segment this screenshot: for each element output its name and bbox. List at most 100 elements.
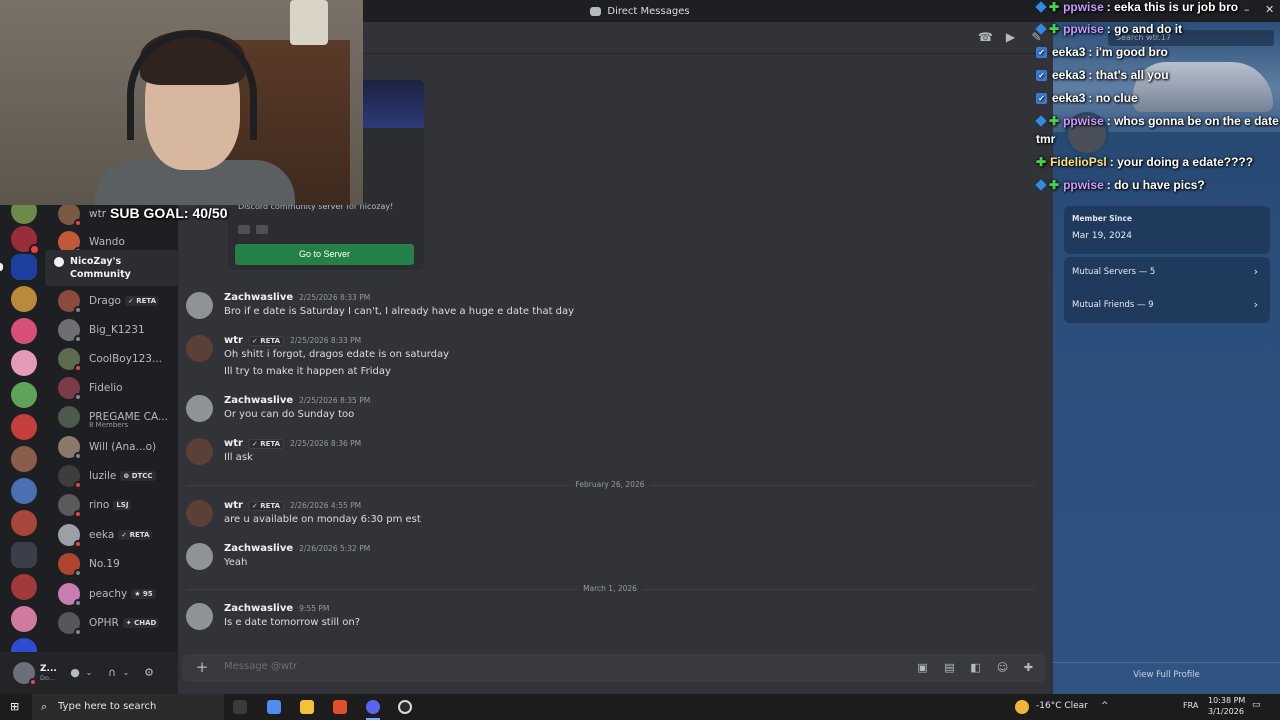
add-attachment-icon[interactable]: + (195, 660, 209, 675)
message-author[interactable]: wtr (224, 438, 243, 449)
badge-icon: ✚ (1049, 0, 1060, 14)
message-text: Ill try to make it happen at Friday (224, 366, 391, 377)
role-tag: ✓ RETA (247, 335, 285, 346)
server-icon[interactable] (11, 606, 37, 632)
gif-icon[interactable]: ▤ (943, 661, 956, 674)
avatar[interactable] (186, 500, 213, 527)
discord-icon[interactable] (366, 700, 380, 714)
message-header: Zachwaslive 2/25/2026 8:33 PM (224, 292, 370, 303)
go-to-server-button[interactable]: Go to Server (235, 244, 414, 265)
badge-icon (1035, 179, 1047, 191)
server-icon[interactable] (11, 478, 37, 504)
chevron-down-icon[interactable]: ⌄ (83, 667, 95, 679)
avatar (58, 436, 82, 460)
tray-chevron-icon[interactable]: ^ (1101, 701, 1109, 711)
avatar[interactable] (13, 662, 37, 686)
message-timestamp: 2/25/2026 8:36 PM (290, 439, 362, 448)
stream-chat-line: tmr (1036, 132, 1055, 146)
avatar[interactable] (186, 438, 213, 465)
dm-item[interactable]: CoolBoy123... (58, 346, 178, 372)
dm-item[interactable]: peachy ★ 95 (58, 581, 178, 607)
badge-icon: ✚ (1049, 22, 1060, 36)
stream-chat-user: ppwise (1063, 22, 1104, 36)
file-explorer-icon[interactable] (300, 700, 314, 714)
task-view-icon[interactable] (233, 700, 247, 714)
nicozay-server-icon[interactable] (11, 254, 37, 280)
avatar[interactable] (186, 395, 213, 422)
dm-item[interactable]: Will (Ana...o) (58, 434, 178, 460)
server-icon[interactable] (11, 350, 37, 376)
chevron-down-icon[interactable]: ⌄ (120, 667, 132, 679)
weather-text[interactable]: -16°C Clear (1036, 701, 1088, 711)
avatar[interactable] (186, 335, 213, 362)
dm-item[interactable]: PREGAME CA... 8 Members (58, 404, 178, 430)
message-author[interactable]: wtr (224, 500, 243, 511)
message-author[interactable]: Zachwaslive (224, 543, 293, 554)
chevron-right-icon[interactable]: › (1254, 298, 1258, 311)
stream-chat-text: : whos gonna be on the e date (1106, 114, 1279, 128)
avatar[interactable] (186, 603, 213, 630)
server-icon[interactable] (11, 414, 37, 440)
message-header: Zachwaslive 2/25/2026 8:35 PM (224, 395, 370, 406)
dm-item[interactable]: No.19 (58, 551, 178, 577)
dm-item-name: eeka (89, 529, 115, 541)
mutual-servers-link[interactable]: Mutual Servers — 5 (1072, 267, 1155, 277)
clock-time[interactable]: 10:38 PM (1208, 696, 1245, 705)
chevron-right-icon[interactable]: › (1254, 265, 1258, 278)
dm-item[interactable]: Fidelio (58, 375, 178, 401)
brave-browser-icon[interactable] (333, 700, 347, 714)
dm-item[interactable]: Drago ✓ RETA (58, 288, 178, 314)
dm-item[interactable]: rino LSJ (58, 492, 178, 518)
server-icon[interactable] (11, 286, 37, 312)
gift-icon[interactable]: ▣ (916, 661, 929, 674)
dm-item-name: OPHR (89, 617, 119, 629)
user-name-block[interactable]: Z... Do... (40, 664, 58, 682)
stream-chat-user: ppwise (1063, 0, 1104, 14)
member-since-value: Mar 19, 2024 (1072, 231, 1132, 241)
start-icon[interactable]: ⊞ (10, 701, 22, 713)
avatar (58, 583, 82, 607)
sticker-icon[interactable]: ◧ (969, 661, 982, 674)
notifications-icon[interactable]: ▭ (1252, 700, 1261, 710)
dm-item[interactable]: eeka ✓ RETA (58, 522, 178, 548)
dm-item-name: Wando (89, 236, 125, 248)
message-input[interactable]: Message @wtr (224, 661, 297, 672)
stream-chat-text: : go and do it (1106, 22, 1183, 36)
dm-item[interactable]: Big_K1231 (58, 317, 178, 343)
language-indicator[interactable]: FRA (1183, 701, 1198, 710)
server-icon[interactable] (11, 382, 37, 408)
dm-item[interactable]: luzile ⊚ DTCC (58, 463, 178, 489)
server-icon[interactable] (11, 510, 37, 536)
badge-icon: ✚ (1049, 178, 1060, 192)
voice-call-icon[interactable]: ☎ (978, 31, 993, 44)
avatar[interactable] (186, 543, 213, 570)
stream-chat-line: ✚ ppwise: do u have pics? (1035, 178, 1205, 192)
server-icon[interactable] (11, 318, 37, 344)
server-icon[interactable] (11, 446, 37, 472)
view-full-profile-link[interactable]: View Full Profile (1053, 670, 1280, 680)
message-author[interactable]: Zachwaslive (224, 292, 293, 303)
avatar (58, 319, 82, 343)
message-author[interactable]: Zachwaslive (224, 603, 293, 614)
settings-gear-icon[interactable]: ⚙ (143, 667, 155, 679)
clock-date[interactable]: 3/1/2026 (1208, 707, 1244, 716)
server-icon[interactable] (11, 542, 37, 568)
message-author[interactable]: wtr (224, 335, 243, 346)
obs-icon[interactable] (398, 700, 412, 714)
status-indicator (74, 540, 82, 548)
server-icon[interactable] (11, 574, 37, 600)
microphone-icon[interactable]: ● (69, 667, 81, 679)
message-author[interactable]: Zachwaslive (224, 395, 293, 406)
headphones-icon[interactable]: ∩ (106, 667, 118, 679)
video-call-icon[interactable]: ▶ (1004, 31, 1017, 44)
copilot-icon[interactable] (267, 700, 281, 714)
taskbar-search[interactable]: ⌕ Type here to search (32, 694, 224, 720)
server-icon[interactable] (11, 226, 40, 255)
mutual-friends-link[interactable]: Mutual Friends — 9 (1072, 300, 1154, 310)
avatar[interactable] (186, 292, 213, 319)
dm-item[interactable]: OPHR ✦ CHAD (58, 610, 178, 636)
apps-icon[interactable]: ✚ (1022, 661, 1035, 674)
weather-icon (1015, 700, 1029, 714)
emoji-icon[interactable]: ☺ (996, 661, 1009, 674)
window-title: Direct Messages (607, 5, 690, 17)
